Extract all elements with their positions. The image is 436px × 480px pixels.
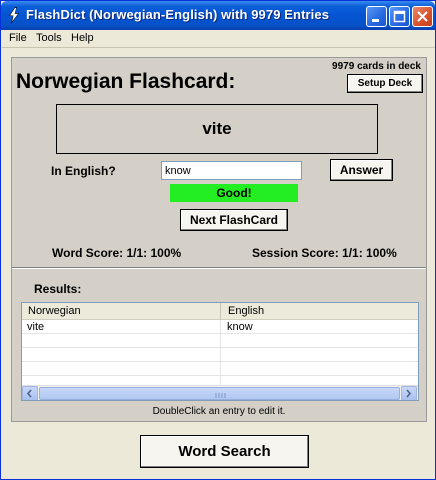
results-table[interactable]: Norwegian English vite know: [21, 302, 419, 401]
close-button[interactable]: [412, 6, 433, 27]
menu-help[interactable]: Help: [71, 32, 94, 44]
horizontal-scrollbar[interactable]: [22, 385, 418, 400]
minimize-icon: [372, 19, 379, 22]
column-header-english[interactable]: English: [222, 303, 418, 320]
close-icon: [417, 11, 428, 22]
cards-in-deck-label: 9979 cards in deck: [332, 61, 421, 72]
page-title: Norwegian Flashcard:: [16, 70, 236, 93]
setup-deck-button[interactable]: Setup Deck: [347, 74, 423, 93]
chevron-right-icon: [406, 389, 412, 398]
results-label: Results:: [34, 282, 82, 296]
menu-bar: File Tools Help: [2, 30, 435, 48]
prompt-label: In English?: [51, 164, 116, 178]
table-header: Norwegian English: [22, 303, 418, 320]
maximize-button[interactable]: [389, 6, 410, 27]
title-bar[interactable]: FlashDict (Norwegian-English) with 9979 …: [1, 1, 435, 30]
cell-norwegian: vite: [27, 321, 45, 333]
column-header-norwegian[interactable]: Norwegian: [22, 303, 221, 320]
column-divider: [220, 320, 221, 386]
answer-button[interactable]: Answer: [330, 159, 393, 181]
session-score: Session Score: 1/1: 100%: [252, 246, 397, 260]
answer-input[interactable]: [161, 161, 302, 180]
next-flashcard-button[interactable]: Next FlashCard: [180, 209, 288, 231]
section-divider: [12, 267, 426, 269]
minimize-button[interactable]: [366, 6, 387, 27]
flashcard-word: vite: [56, 104, 378, 154]
scroll-thumb[interactable]: [39, 387, 400, 400]
feedback-badge: Good!: [170, 184, 298, 202]
edit-hint: DoubleClick an entry to edit it.: [152, 406, 286, 417]
app-window: FlashDict (Norwegian-English) with 9979 …: [0, 0, 436, 480]
word-search-button[interactable]: Word Search: [140, 435, 309, 468]
menu-tools[interactable]: Tools: [36, 32, 62, 44]
cell-english: know: [227, 321, 253, 333]
scroll-left-button[interactable]: [22, 386, 38, 400]
scroll-right-button[interactable]: [401, 386, 417, 400]
menu-file[interactable]: File: [9, 32, 27, 44]
maximize-icon: [393, 10, 406, 23]
window-title: FlashDict (Norwegian-English) with 9979 …: [26, 7, 330, 22]
grip-icon: [215, 393, 226, 398]
flashcard-panel: 9979 cards in deck Setup Deck Norwegian …: [11, 57, 427, 422]
word-score: Word Score: 1/1: 100%: [52, 246, 182, 260]
lightning-bolt-icon: [9, 7, 19, 24]
chevron-left-icon: [26, 389, 32, 398]
